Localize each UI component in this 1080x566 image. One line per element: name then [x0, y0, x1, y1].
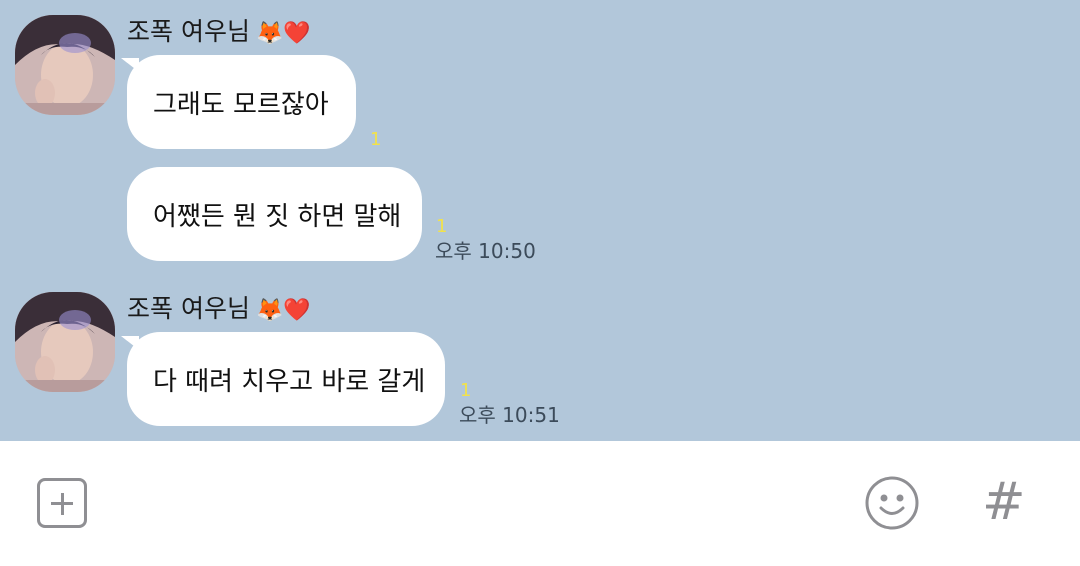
unread-count: 1: [460, 380, 472, 401]
fox-heart-emoji: 🦊❤️: [255, 298, 311, 323]
chat-area[interactable]: 조폭 여우님 🦊❤️ 그래도 모르잖아 1 어쨌든 뭔 짓 하면 말해 1 오후 …: [0, 0, 1080, 441]
sender-name: 조폭 여우님 🦊❤️: [127, 294, 311, 323]
message-text: 어쨌든 뭔 짓 하면 말해: [153, 201, 402, 232]
unread-count: 1: [436, 216, 448, 237]
message-bubble[interactable]: 그래도 모르잖아: [127, 55, 356, 149]
sender-name: 조폭 여우님 🦊❤️: [127, 17, 311, 46]
message-text: 다 때려 치우고 바로 갈게: [153, 366, 426, 397]
fox-heart-emoji: 🦊❤️: [255, 21, 311, 46]
hash-icon[interactable]: #: [982, 470, 1026, 534]
plus-icon[interactable]: [37, 478, 87, 528]
message-bubble[interactable]: 다 때려 치우고 바로 갈게: [127, 332, 445, 426]
message-bubble[interactable]: 어쨌든 뭔 짓 하면 말해: [127, 167, 422, 261]
message-text: 그래도 모르잖아: [153, 89, 329, 120]
message-time: 오후 10:50: [435, 239, 536, 263]
emoticon-icon[interactable]: [865, 476, 919, 530]
avatar[interactable]: [15, 15, 115, 115]
unread-count: 1: [370, 129, 382, 150]
avatar-photo-icon: [15, 15, 115, 115]
message-time: 오후 10:51: [459, 403, 560, 427]
avatar-photo-icon: [15, 292, 115, 392]
avatar[interactable]: [15, 292, 115, 392]
